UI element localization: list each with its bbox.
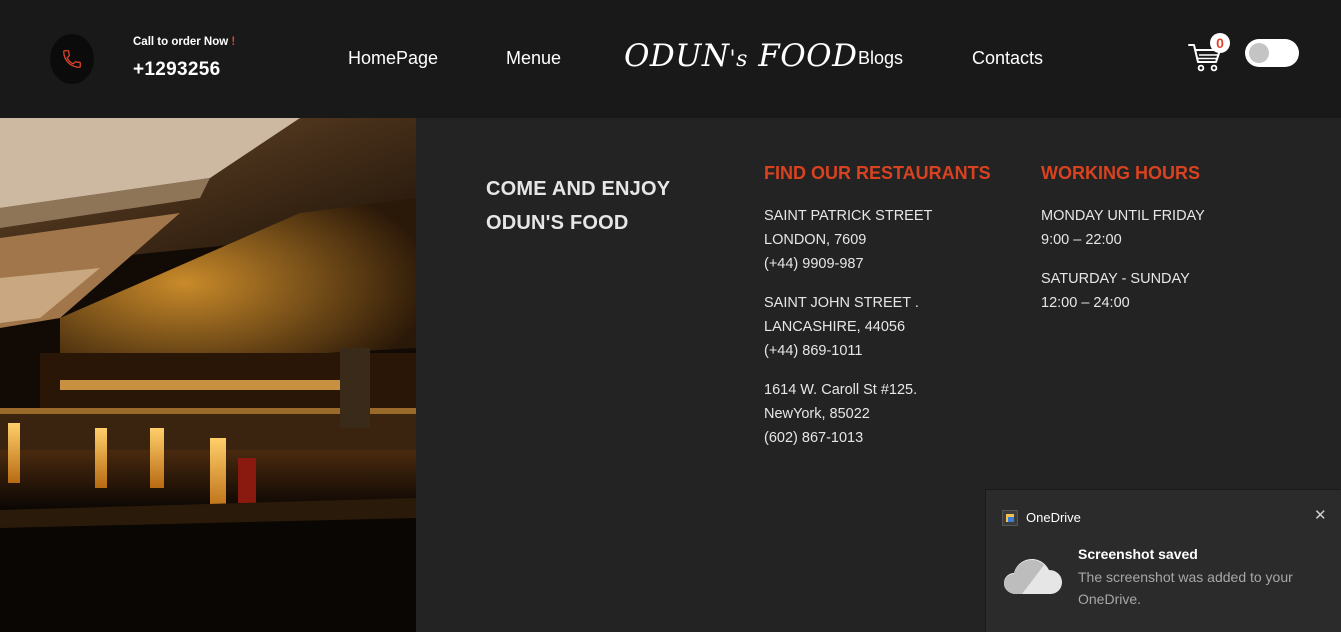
enjoy-heading: COME AND ENJOY ODUN'S FOOD (486, 172, 670, 240)
restaurant-location-3: 1614 W. Caroll St #125. NewYork, 85022 (… (764, 378, 917, 450)
site-logo[interactable]: ODUN's FOOD (624, 38, 857, 74)
restaurants-title: FIND OUR RESTAURANTS (764, 163, 991, 183)
phone-icon[interactable] (50, 34, 94, 84)
logo-small: 's (729, 47, 748, 72)
toggle-knob (1249, 43, 1269, 63)
restaurant-location-2: SAINT JOHN STREET . LANCASHIRE, 44056 (+… (764, 291, 919, 363)
location-phone: (602) 867-1013 (764, 430, 864, 446)
call-to-order-label: Call to order Now ! (133, 36, 235, 48)
location-phone: (+44) 9909-987 (764, 256, 864, 272)
hours-weekdays: MONDAY UNTIL FRIDAY 9:00 – 22:00 (1041, 204, 1205, 252)
hours-time: 9:00 – 22:00 (1041, 232, 1122, 248)
toast-body: The screenshot was added to your OneDriv… (1078, 569, 1293, 607)
location-street: 1614 W. Caroll St #125. (764, 382, 918, 398)
hours-days: MONDAY UNTIL FRIDAY (1041, 208, 1205, 224)
phone-glyph (63, 50, 81, 68)
restaurant-location-1: SAINT PATRICK STREET LONDON, 7609 (+44) … (764, 204, 932, 276)
enjoy-line-2: ODUN'S FOOD (486, 212, 629, 234)
site-header: Call to order Now ! +1293256 HomePage Me… (0, 0, 1341, 118)
nav-blogs[interactable]: Blogs (858, 48, 903, 69)
close-icon[interactable]: ✕ (1314, 506, 1327, 524)
cloud-icon (1004, 559, 1062, 594)
enjoy-line-1: COME AND ENJOY (486, 178, 671, 200)
onedrive-app-icon (1002, 510, 1018, 526)
onedrive-notification[interactable]: OneDrive ✕ Screenshot saved The screensh… (986, 490, 1341, 632)
hours-time: 12:00 – 24:00 (1041, 295, 1130, 311)
toast-title: Screenshot saved (1078, 546, 1198, 562)
nav-menu[interactable]: Menue (506, 48, 561, 69)
hours-weekend: SATURDAY - SUNDAY 12:00 – 24:00 (1041, 267, 1190, 315)
location-city: NewYork, 85022 (764, 406, 870, 422)
working-hours-title: WORKING HOURS (1041, 163, 1200, 183)
location-city: LONDON, 7609 (764, 232, 867, 248)
cart-count-badge: 0 (1210, 33, 1230, 53)
location-street: SAINT JOHN STREET . (764, 295, 919, 311)
logo-tail: FOOD (758, 38, 858, 74)
logo-main: ODUN (624, 38, 730, 74)
theme-toggle[interactable] (1245, 39, 1299, 67)
call-label-text: Call to order Now (133, 36, 229, 48)
location-street: SAINT PATRICK STREET (764, 208, 933, 224)
location-phone: (+44) 869-1011 (764, 343, 863, 359)
nav-homepage[interactable]: HomePage (348, 48, 438, 69)
location-city: LANCASHIRE, 44056 (764, 319, 906, 335)
phone-number[interactable]: +1293256 (133, 59, 220, 81)
call-label-exclamation: ! (231, 36, 236, 48)
nav-contacts[interactable]: Contacts (972, 48, 1043, 69)
toast-app-name: OneDrive (1026, 510, 1081, 525)
hours-days: SATURDAY - SUNDAY (1041, 271, 1190, 287)
restaurant-interior-image (0, 118, 416, 632)
